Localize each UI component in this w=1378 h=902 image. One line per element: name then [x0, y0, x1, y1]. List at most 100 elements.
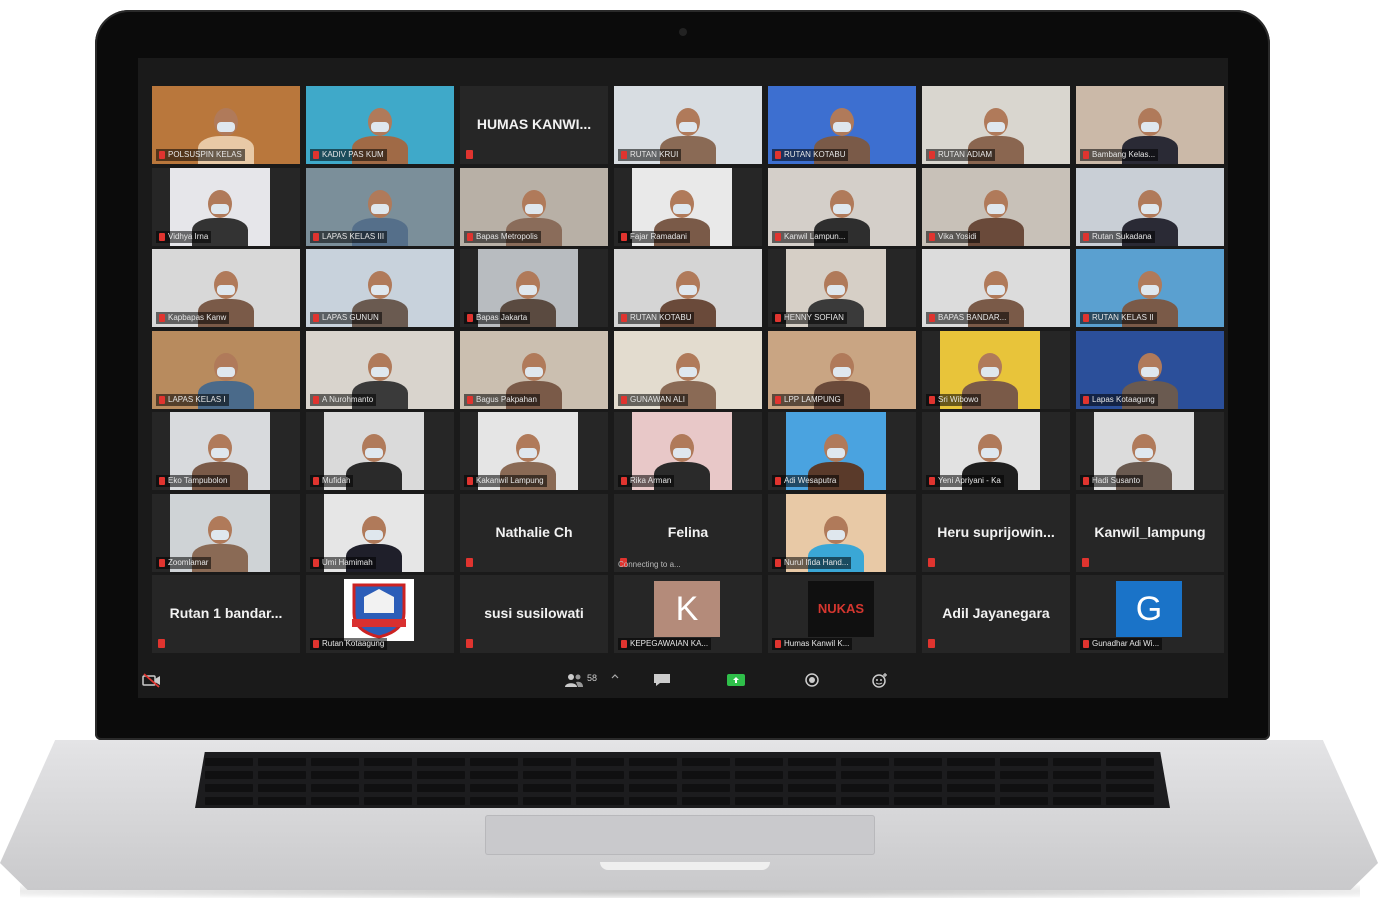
mic-muted-icon	[159, 151, 165, 159]
participant-tile[interactable]: RUTAN KOTABU	[614, 249, 762, 327]
participant-name-label: Kanwil Lampun...	[772, 231, 849, 243]
webcam	[679, 28, 687, 36]
participant-tile[interactable]: Kanwil_lampung	[1076, 494, 1224, 572]
participant-tile[interactable]: Kakanwil Lampung	[460, 412, 608, 490]
participant-name: HENNY SOFIAN	[784, 313, 844, 322]
keyboard-key	[470, 771, 518, 779]
participant-tile[interactable]: Vika Yosidi	[922, 168, 1070, 246]
participant-tile[interactable]: Kanwil Lampun...	[768, 168, 916, 246]
participant-name: HUMAS KANWI...	[476, 116, 592, 132]
face-mask	[1141, 122, 1159, 132]
reactions-icon[interactable]	[870, 672, 890, 688]
mic-muted-icon	[1083, 640, 1089, 648]
participant-tile[interactable]: LAPAS GUNUN	[306, 249, 454, 327]
participant-tile[interactable]: Fajar Ramadani	[614, 168, 762, 246]
participant-tile[interactable]: RUTAN KOTABU	[768, 86, 916, 164]
participant-tile[interactable]: BAPAS BANDAR...	[922, 249, 1070, 327]
mic-muted-icon	[775, 314, 781, 322]
participant-name: KADIV PAS KUM	[322, 150, 384, 159]
participant-tile[interactable]: Yeni Apriyani - Ka	[922, 412, 1070, 490]
participant-name: Humas Kanwil K...	[784, 639, 850, 648]
participant-name-label: Vika Yosidi	[926, 231, 980, 243]
participant-name-label: Hadi Susanto	[1080, 475, 1144, 487]
keyboard-key	[470, 758, 518, 766]
participant-tile[interactable]: RUTAN ADIAM	[922, 86, 1070, 164]
participant-name-label: Gunadhar Adi Wi...	[1080, 638, 1163, 650]
participant-tile[interactable]: LAPAS KELAS III	[306, 168, 454, 246]
participant-name-label: KEPEGAWAIAN KA...	[618, 638, 712, 650]
participant-tile[interactable]: Bambang Kelas...	[1076, 86, 1224, 164]
participant-tile[interactable]: Rutan Kotaagung	[306, 575, 454, 653]
participant-name-label: Bambang Kelas...	[1080, 149, 1159, 161]
participant-tile[interactable]: RUTAN KELAS II	[1076, 249, 1224, 327]
participant-tile[interactable]: Eko Tampubolon	[152, 412, 300, 490]
participant-tile[interactable]: HENNY SOFIAN	[768, 249, 916, 327]
participant-tile[interactable]: Adi Wesaputra	[768, 412, 916, 490]
participant-tile[interactable]: G Gunadhar Adi Wi...	[1076, 575, 1224, 653]
participant-tile[interactable]: Kapbapas Kanw	[152, 249, 300, 327]
lid-notch	[600, 862, 770, 870]
participant-tile[interactable]: Rutan Sukadana	[1076, 168, 1224, 246]
participant-tile[interactable]: A Nurohmanto	[306, 331, 454, 409]
keyboard-key	[629, 758, 677, 766]
participant-tile[interactable]: KADIV PAS KUM	[306, 86, 454, 164]
participant-tile[interactable]: K KEPEGAWAIAN KA...	[614, 575, 762, 653]
mic-muted-icon	[1083, 233, 1089, 241]
participant-tile[interactable]: Bagus Pakpahan	[460, 331, 608, 409]
mic-muted-icon	[775, 151, 781, 159]
participant-name: Lapas Kotaagung	[1092, 395, 1155, 404]
keyboard-key	[682, 758, 730, 766]
record-icon[interactable]	[802, 672, 822, 688]
participant-tile[interactable]: Rika Arman	[614, 412, 762, 490]
participant-tile[interactable]: Vidhya Irna	[152, 168, 300, 246]
participant-tile[interactable]: NUKAS Humas Kanwil K...	[768, 575, 916, 653]
participant-name: Nurul Ifida Hand...	[784, 558, 849, 567]
participant-tile[interactable]: Umi Hamimah	[306, 494, 454, 572]
participant-tile[interactable]: GUNAWAN ALI	[614, 331, 762, 409]
participant-name-label: Adi Wesaputra	[772, 475, 840, 487]
participant-tile[interactable]: RUTAN KRUI	[614, 86, 762, 164]
participant-tile[interactable]: HUMAS KANWI...	[460, 86, 608, 164]
participant-tile[interactable]: Zoomlamar	[152, 494, 300, 572]
mic-muted-icon	[467, 396, 473, 404]
mic-muted-icon	[313, 314, 319, 322]
participant-name-label: Lapas Kotaagung	[1080, 394, 1158, 406]
participants-caret-icon[interactable]	[610, 672, 620, 688]
participant-tile[interactable]: Bapas Metropolis	[460, 168, 608, 246]
keyboard-key	[1106, 771, 1154, 779]
participant-tile[interactable]: Nathalie Ch	[460, 494, 608, 572]
participant-tile[interactable]: Mufidah	[306, 412, 454, 490]
mic-muted-icon	[467, 233, 473, 241]
keyboard-key	[205, 758, 253, 766]
participant-tile[interactable]: Felina Connecting to a...	[614, 494, 762, 572]
participants-button[interactable]: 58	[564, 672, 604, 688]
video-off-icon[interactable]	[142, 672, 162, 688]
participant-tile[interactable]: Sri Wibowo	[922, 331, 1070, 409]
share-screen-icon[interactable]	[726, 672, 746, 688]
participant-tile[interactable]: Bapas Jakarta	[460, 249, 608, 327]
keyboard-key	[682, 784, 730, 792]
face-mask	[827, 448, 845, 458]
participant-tile[interactable]: Hadi Susanto	[1076, 412, 1224, 490]
participant-tile[interactable]: Rutan 1 bandar...	[152, 575, 300, 653]
participant-tile[interactable]: Adil Jayanegara	[922, 575, 1070, 653]
participant-tile[interactable]: LAPAS KELAS I	[152, 331, 300, 409]
participant-name-label: POLSUSPIN KELAS	[156, 149, 245, 161]
participant-name-label: RUTAN KOTABU	[772, 149, 849, 161]
mic-muted-icon	[621, 640, 627, 648]
participant-tile[interactable]: LPP LAMPUNG	[768, 331, 916, 409]
participant-name: susi susilowati	[484, 605, 584, 621]
keyboard-key	[947, 758, 995, 766]
mic-muted-icon	[466, 558, 473, 567]
keyboard-key	[629, 797, 677, 805]
participant-tile[interactable]: POLSUSPIN KELAS	[152, 86, 300, 164]
participant-tile[interactable]: Nurul Ifida Hand...	[768, 494, 916, 572]
participant-name: Nathalie Ch	[495, 524, 573, 540]
mic-muted-icon	[621, 233, 627, 241]
avatar: G	[1116, 581, 1182, 637]
participant-tile[interactable]: susi susilowati	[460, 575, 608, 653]
participant-tile[interactable]: Heru suprijowin...	[922, 494, 1070, 572]
participant-name: Umi Hamimah	[322, 558, 373, 567]
chat-icon[interactable]	[652, 672, 672, 688]
participant-tile[interactable]: Lapas Kotaagung	[1076, 331, 1224, 409]
